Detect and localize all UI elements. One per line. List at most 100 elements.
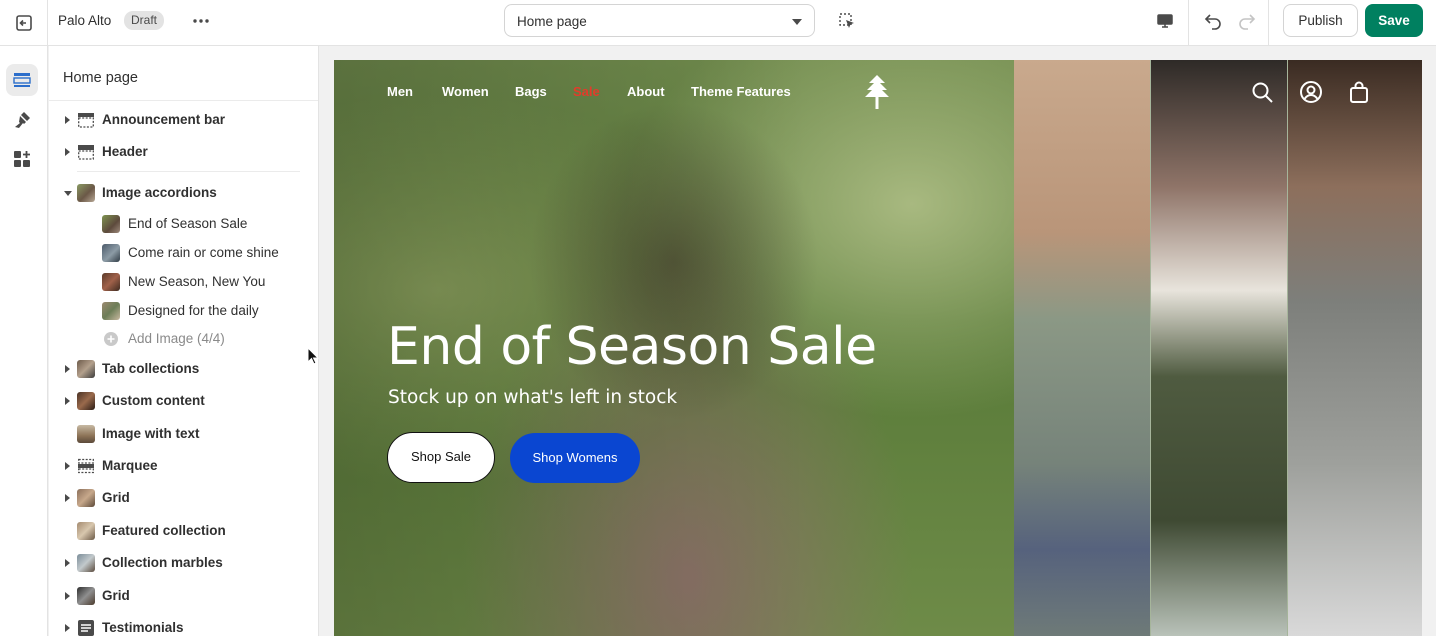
block-label: End of Season Sale — [128, 216, 248, 231]
expand-caret-icon[interactable] — [65, 494, 70, 502]
section-image-accordions[interactable]: Image accordions — [49, 179, 318, 207]
sections-sidebar: Home page Announcement bar Header Image … — [49, 46, 319, 636]
marquee-icon — [78, 458, 94, 474]
block-come-rain-or-come-shine[interactable]: Come rain or come shine — [49, 239, 318, 267]
nav-link-theme-features[interactable]: Theme Features — [691, 84, 791, 99]
section-testimonials[interactable]: Testimonials — [49, 614, 318, 636]
shop-sale-button[interactable]: Shop Sale — [387, 432, 495, 483]
accordion-panel-come-rain[interactable] — [1014, 60, 1150, 636]
expand-caret-icon[interactable] — [65, 148, 70, 156]
redo-button[interactable] — [1234, 8, 1260, 34]
block-label: New Season, New You — [128, 274, 266, 289]
section-grid[interactable]: Grid — [49, 582, 318, 610]
nav-link-about[interactable]: About — [627, 84, 665, 99]
chevron-down-icon — [792, 19, 802, 25]
section-header[interactable]: Header — [49, 138, 318, 166]
store-name: Palo Alto — [58, 13, 112, 28]
header-icon — [78, 145, 94, 160]
cart-bag-icon[interactable] — [1347, 80, 1371, 104]
section-grid[interactable]: Grid — [49, 484, 318, 512]
block-label: Designed for the daily — [128, 303, 259, 318]
editor-topbar: Palo Alto Draft Home page Publish Save — [0, 0, 1436, 46]
undo-button[interactable] — [1200, 8, 1226, 34]
expand-caret-icon[interactable] — [65, 592, 70, 600]
image-accordions-thumbnail — [77, 184, 95, 202]
nav-link-sale[interactable]: Sale — [573, 84, 600, 99]
theme-settings-brush-icon — [15, 112, 30, 128]
nav-link-women[interactable]: Women — [442, 84, 489, 99]
section-label: Announcement bar — [102, 112, 226, 127]
tree-logo-icon[interactable] — [862, 74, 892, 110]
accordion-panel-new-season[interactable] — [1151, 60, 1287, 636]
storefront-preview[interactable]: Men Women Bags Sale About Theme Features… — [334, 60, 1422, 636]
section-featured-collection[interactable]: Featured collection — [49, 517, 318, 545]
exit-editor-button[interactable] — [0, 0, 48, 46]
status-badge: Draft — [124, 11, 165, 30]
save-button[interactable]: Save — [1365, 4, 1423, 37]
ellipsis-icon — [193, 19, 209, 23]
text-lines-icon — [78, 620, 94, 636]
device-preview-button[interactable] — [1152, 8, 1178, 34]
grid-thumbnail — [77, 489, 95, 507]
block-thumbnail — [102, 273, 120, 291]
sidebar-title: Home page — [63, 70, 138, 86]
expand-caret-icon[interactable] — [65, 624, 70, 632]
plus-circle-icon — [104, 332, 118, 346]
collapse-caret-icon[interactable] — [64, 191, 72, 196]
expand-caret-icon[interactable] — [65, 116, 70, 124]
section-label: Custom content — [102, 393, 205, 408]
collection-marbles-thumbnail — [77, 554, 95, 572]
expand-caret-icon[interactable] — [65, 559, 70, 567]
shop-womens-button[interactable]: Shop Womens — [510, 433, 640, 483]
page-selector[interactable]: Home page — [504, 4, 815, 37]
page-selector-value: Home page — [517, 14, 587, 29]
section-label: Header — [102, 144, 148, 159]
account-icon[interactable] — [1299, 80, 1323, 104]
sections-icon — [13, 73, 31, 87]
rail-sections-button[interactable] — [6, 64, 38, 96]
nav-link-bags[interactable]: Bags — [515, 84, 547, 99]
more-actions-button[interactable] — [190, 10, 212, 32]
rail-apps-button[interactable] — [6, 143, 38, 175]
section-marquee[interactable]: Marquee — [49, 452, 318, 480]
add-image-label: Add Image (4/4) — [128, 331, 225, 346]
select-element-icon — [839, 13, 854, 28]
add-image-block: Add Image (4/4) — [49, 325, 318, 353]
accordion-panel-designed-daily[interactable] — [1288, 60, 1422, 636]
editor-icon-rail — [0, 46, 48, 636]
announcement-bar-icon — [78, 113, 94, 128]
section-label: Tab collections — [102, 361, 200, 376]
block-thumbnail — [102, 302, 120, 320]
block-designed-for-the-daily[interactable]: Designed for the daily — [49, 297, 318, 325]
section-label: Marquee — [102, 458, 158, 473]
desktop-icon — [1157, 14, 1173, 28]
grid-thumbnail — [77, 587, 95, 605]
toolbar-divider — [1188, 0, 1189, 46]
app-blocks-icon — [14, 151, 30, 167]
section-tab-collections[interactable]: Tab collections — [49, 355, 318, 383]
section-image-with-text[interactable]: Image with text — [49, 420, 318, 448]
rail-theme-settings-button[interactable] — [6, 104, 38, 136]
expand-caret-icon[interactable] — [65, 397, 70, 405]
toolbar-divider — [1268, 0, 1269, 46]
search-icon[interactable] — [1250, 80, 1274, 104]
block-end-of-season-sale[interactable]: End of Season Sale — [49, 210, 318, 238]
custom-content-thumbnail — [77, 392, 95, 410]
expand-caret-icon[interactable] — [65, 462, 70, 470]
section-label: Testimonials — [102, 620, 184, 635]
sidebar-divider — [49, 100, 318, 101]
tab-collections-thumbnail — [77, 360, 95, 378]
section-label: Collection marbles — [102, 555, 223, 570]
mouse-cursor-icon — [307, 347, 319, 365]
inspector-button[interactable] — [834, 8, 860, 34]
block-thumbnail — [102, 244, 120, 262]
section-announcement-bar[interactable]: Announcement bar — [49, 106, 318, 134]
section-collection-marbles[interactable]: Collection marbles — [49, 549, 318, 577]
publish-button[interactable]: Publish — [1283, 4, 1358, 37]
section-custom-content[interactable]: Custom content — [49, 387, 318, 415]
block-new-season-new-you[interactable]: New Season, New You — [49, 268, 318, 296]
undo-icon — [1204, 14, 1221, 30]
expand-caret-icon[interactable] — [65, 365, 70, 373]
nav-link-men[interactable]: Men — [387, 84, 413, 99]
featured-collection-thumbnail — [77, 522, 95, 540]
